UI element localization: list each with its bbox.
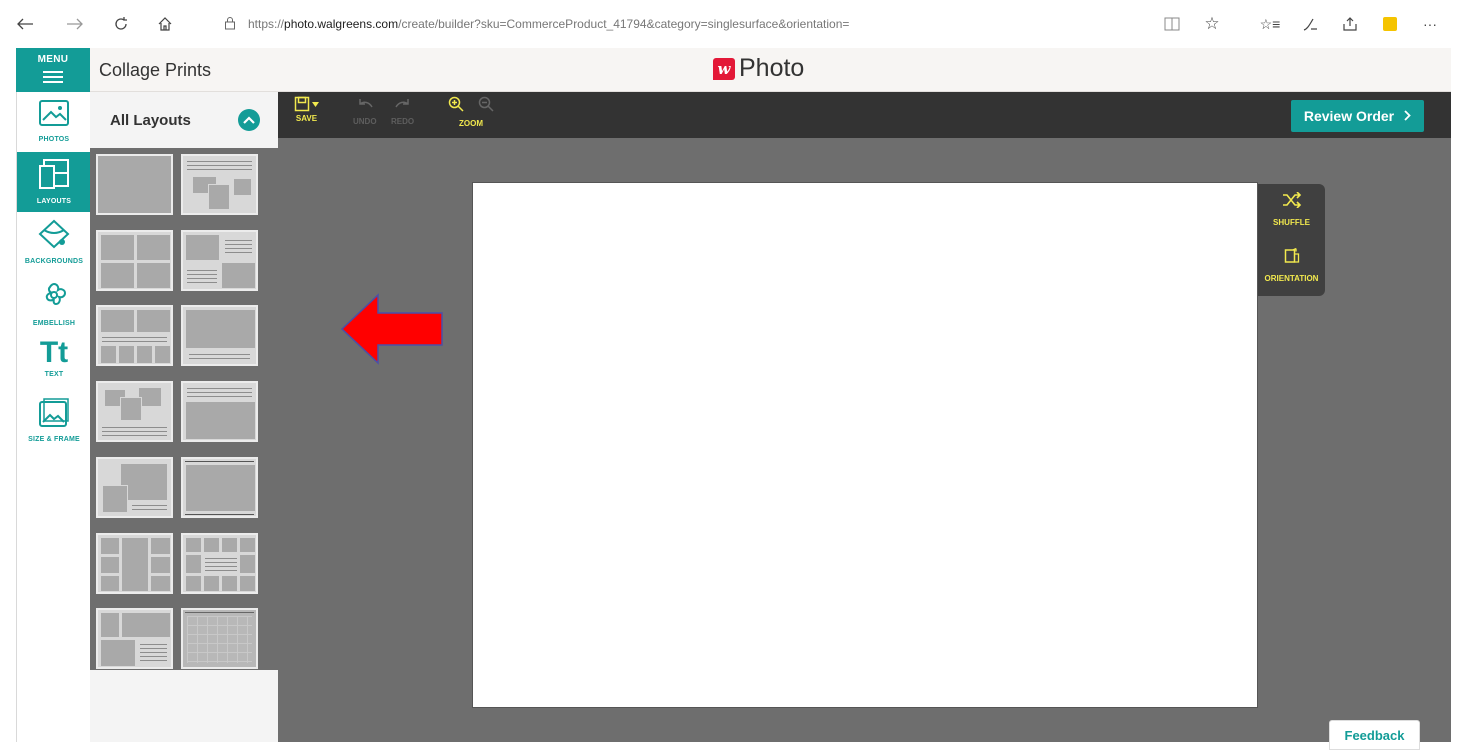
nav-label: SIZE & FRAME bbox=[28, 436, 80, 443]
layout-thumbnail[interactable] bbox=[96, 229, 173, 291]
zoom-controls: ZOOM bbox=[448, 96, 494, 128]
more-icon[interactable]: ··· bbox=[1415, 9, 1445, 39]
layouts-panel-header: All Layouts bbox=[90, 92, 278, 148]
left-nav: PHOTOS LAYOUTS BACKGROUNDS EMBELLISH Tt … bbox=[16, 92, 91, 742]
favorites-list-icon[interactable]: ☆≡ bbox=[1255, 9, 1285, 39]
red-arrow-annotation-icon bbox=[340, 293, 443, 365]
menu-button[interactable]: MENU bbox=[16, 48, 90, 92]
save-button[interactable]: SAVE bbox=[294, 96, 319, 123]
home-icon[interactable] bbox=[150, 9, 180, 39]
nav-label: EMBELLISH bbox=[32, 320, 76, 327]
share-icon[interactable] bbox=[1335, 9, 1365, 39]
nav-label: LAYOUTS bbox=[36, 198, 72, 205]
redo-label: REDO bbox=[391, 117, 415, 126]
layouts-panel: All Layouts bbox=[90, 92, 278, 742]
save-icon bbox=[294, 96, 319, 112]
size-frame-icon bbox=[38, 398, 70, 433]
collage-canvas[interactable] bbox=[472, 182, 1258, 708]
back-icon[interactable] bbox=[10, 9, 40, 39]
forward-icon[interactable] bbox=[60, 9, 90, 39]
chevron-right-icon bbox=[1404, 108, 1411, 124]
nav-size-frame[interactable]: SIZE & FRAME bbox=[17, 392, 91, 452]
layout-thumbnail[interactable] bbox=[96, 154, 173, 215]
embellish-icon bbox=[37, 280, 71, 317]
url-host: photo.walgreens.com bbox=[284, 17, 399, 31]
app-header: Collage Prints w Photo bbox=[90, 48, 1451, 92]
layout-thumbnail[interactable] bbox=[96, 456, 173, 518]
zoom-out-icon[interactable] bbox=[478, 96, 494, 117]
page-title: Collage Prints bbox=[99, 60, 212, 80]
review-order-label: Review Order bbox=[1303, 108, 1395, 124]
lock-icon bbox=[224, 16, 242, 33]
layout-thumbnail[interactable] bbox=[181, 381, 258, 443]
redo-icon bbox=[394, 96, 412, 115]
shuffle-label: SHUFFLE bbox=[1273, 218, 1310, 227]
photo-icon bbox=[38, 98, 70, 133]
undo-label: UNDO bbox=[353, 117, 377, 126]
walgreens-w-icon: w bbox=[713, 57, 735, 80]
collapse-chevron-up-icon[interactable] bbox=[238, 109, 260, 131]
orientation-icon bbox=[1284, 247, 1300, 269]
undo-button[interactable]: UNDO bbox=[353, 96, 377, 126]
zoom-in-icon[interactable] bbox=[448, 96, 464, 117]
refresh-icon[interactable] bbox=[106, 9, 136, 39]
extension-icon[interactable] bbox=[1375, 9, 1405, 39]
nav-layouts[interactable]: LAYOUTS bbox=[17, 152, 91, 212]
workspace: SHUFFLE ORIENTATION bbox=[278, 138, 1451, 742]
browser-actions: ☆ ☆≡ ··· bbox=[1157, 9, 1457, 39]
url-prefix: https:// bbox=[248, 17, 285, 31]
reading-view-icon[interactable] bbox=[1157, 9, 1187, 39]
hamburger-icon bbox=[43, 68, 63, 86]
layout-thumbnail[interactable] bbox=[96, 532, 173, 594]
feedback-label: Feedback bbox=[1344, 727, 1405, 743]
favorite-star-icon[interactable]: ☆ bbox=[1197, 9, 1227, 39]
nav-photos[interactable]: PHOTOS bbox=[17, 92, 91, 152]
layout-thumbnail[interactable] bbox=[181, 608, 258, 670]
url-path: /create/builder?sku=CommerceProduct_4179… bbox=[398, 17, 850, 31]
address-bar[interactable]: https://photo.walgreens.com/create/build… bbox=[224, 11, 849, 37]
layout-thumbnail[interactable] bbox=[181, 532, 258, 594]
browser-toolbar: https://photo.walgreens.com/create/build… bbox=[0, 0, 1457, 48]
backgrounds-icon bbox=[37, 218, 71, 255]
app: MENU Collage Prints w Photo PHOTOS LAYOU… bbox=[0, 48, 1457, 750]
brand-logo: w Photo bbox=[713, 54, 804, 83]
nav-label: PHOTOS bbox=[38, 136, 70, 143]
nav-backgrounds[interactable]: BACKGROUNDS bbox=[17, 212, 91, 274]
layout-thumbnail[interactable] bbox=[181, 229, 258, 291]
undo-icon bbox=[356, 96, 374, 115]
orientation-button[interactable]: ORIENTATION bbox=[1258, 240, 1325, 296]
layout-thumbnail[interactable] bbox=[181, 305, 258, 367]
layout-thumbnail[interactable] bbox=[181, 456, 258, 518]
nav-embellish[interactable]: EMBELLISH bbox=[17, 274, 91, 332]
layout-thumbnails bbox=[90, 148, 278, 670]
shuffle-icon bbox=[1282, 191, 1302, 213]
save-label: SAVE bbox=[295, 114, 318, 123]
editor-toolbar: SAVE UNDO REDO ZOOM Review Order bbox=[278, 92, 1451, 138]
layout-thumbnail[interactable] bbox=[96, 305, 173, 367]
nav-text[interactable]: Tt TEXT bbox=[17, 332, 91, 392]
feedback-button[interactable]: Feedback bbox=[1329, 720, 1420, 750]
layout-thumbnail[interactable] bbox=[96, 608, 173, 670]
layout-thumbnail[interactable] bbox=[181, 154, 258, 215]
nav-label: BACKGROUNDS bbox=[24, 258, 84, 265]
review-order-button[interactable]: Review Order bbox=[1291, 100, 1424, 132]
zoom-label: ZOOM bbox=[459, 119, 483, 128]
shuffle-button[interactable]: SHUFFLE bbox=[1258, 184, 1325, 240]
layouts-panel-title: All Layouts bbox=[110, 111, 191, 129]
layout-thumbnail[interactable] bbox=[96, 381, 173, 443]
pen-icon[interactable] bbox=[1295, 9, 1325, 39]
layouts-icon bbox=[38, 158, 70, 195]
canvas-side-tools: SHUFFLE ORIENTATION bbox=[1258, 184, 1325, 296]
nav-label: TEXT bbox=[44, 371, 64, 378]
brand-text: Photo bbox=[739, 54, 805, 82]
orientation-label: ORIENTATION bbox=[1264, 274, 1319, 283]
text-icon: Tt bbox=[39, 336, 69, 369]
redo-button[interactable]: REDO bbox=[391, 96, 414, 126]
zoom-icons bbox=[448, 96, 494, 117]
menu-label: MENU bbox=[37, 54, 69, 65]
